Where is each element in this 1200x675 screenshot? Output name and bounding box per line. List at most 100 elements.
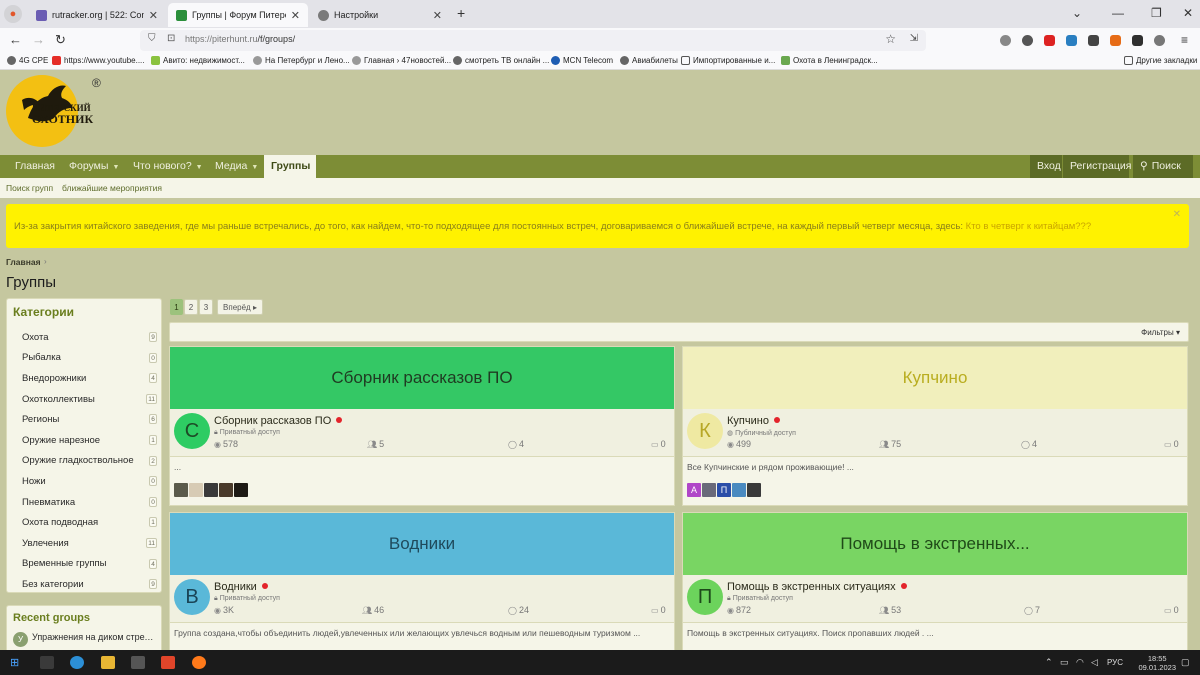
nav-forums[interactable]: Форумы ▼: [62, 155, 126, 178]
member-avatar[interactable]: А: [687, 483, 701, 497]
tab-settings[interactable]: Настройки ✕: [310, 3, 450, 27]
extensions-puzzle-icon[interactable]: [1154, 35, 1165, 46]
bookmark-star-icon[interactable]: ☆: [885, 32, 896, 46]
adblock-icon[interactable]: [1044, 35, 1055, 46]
member-avatar[interactable]: [174, 483, 188, 497]
category-item[interactable]: Охота 9: [7, 327, 161, 348]
wifi-icon[interactable]: ◠: [1076, 657, 1084, 668]
extension-screen-icon[interactable]: [1088, 35, 1099, 46]
file-explorer-icon[interactable]: [101, 656, 115, 669]
recent-group-link[interactable]: Упражнения на диком стрелковом...: [32, 632, 157, 643]
nav-whats-new[interactable]: Что нового? ▼: [126, 155, 210, 178]
notifications-icon[interactable]: ▢: [1181, 657, 1190, 668]
clock[interactable]: 18:55 09.01.2023: [1138, 654, 1176, 672]
caret-down-icon[interactable]: ▼: [251, 164, 258, 171]
category-item[interactable]: Оружие гладкоствольное 2: [7, 451, 161, 472]
menu-hamburger-icon[interactable]: ≡: [1181, 33, 1188, 47]
nav-groups[interactable]: Группы: [264, 155, 316, 179]
bookmark-item[interactable]: Авито: недвижимост...: [151, 56, 245, 65]
category-item[interactable]: Без категории 9: [7, 574, 161, 595]
member-avatar[interactable]: [234, 483, 248, 497]
volume-icon[interactable]: ◁: [1091, 657, 1098, 668]
restore-button[interactable]: ❐: [1151, 6, 1162, 20]
bookmark-item[interactable]: Авиабилеты: [620, 56, 678, 65]
windows-start-icon[interactable]: ⊞: [10, 656, 19, 669]
account-icon[interactable]: [1022, 35, 1033, 46]
category-item[interactable]: Оружие нарезное 1: [7, 430, 161, 451]
tab-list-chevron-down-icon[interactable]: ⌄: [1072, 6, 1082, 20]
firefox-menu-icon[interactable]: ●: [4, 5, 22, 23]
back-arrow-icon[interactable]: ←: [9, 32, 22, 47]
category-item[interactable]: Рыбалка 0: [7, 348, 161, 369]
page-3-button[interactable]: 3: [199, 299, 213, 315]
bookmark-item[interactable]: https://www.youtube....: [52, 56, 144, 65]
bookmark-item[interactable]: MCN Telecom: [551, 56, 613, 65]
category-item[interactable]: Пневматика 0: [7, 492, 161, 513]
category-item[interactable]: Временные группы 4: [7, 554, 161, 575]
caret-down-icon[interactable]: ▼: [112, 164, 119, 171]
group-banner[interactable]: Купчино: [683, 347, 1187, 409]
extension-t-icon[interactable]: [1132, 35, 1143, 46]
group-name[interactable]: Сборник рассказов ПО: [214, 415, 343, 427]
extension-s-icon[interactable]: [1066, 35, 1077, 46]
category-item[interactable]: Регионы 6: [7, 409, 161, 430]
edge-icon[interactable]: [70, 656, 84, 669]
task-view-icon[interactable]: [40, 656, 54, 669]
bookmark-item[interactable]: 4G CPE: [7, 56, 48, 65]
store-icon[interactable]: [131, 656, 145, 669]
page-2-button[interactable]: 2: [184, 299, 198, 315]
category-item[interactable]: Ножи 0: [7, 471, 161, 492]
category-item[interactable]: Увлечения 11: [7, 533, 161, 554]
new-tab-button[interactable]: +: [457, 5, 465, 21]
search-button[interactable]: ⚲ Поиск: [1133, 155, 1193, 178]
close-icon[interactable]: ✕: [291, 9, 300, 22]
member-avatar[interactable]: [204, 483, 218, 497]
address-bar[interactable]: ⛉ ⊡ https://piterhunt.ru/f/groups/ ☆ ⇲: [140, 30, 926, 51]
shield-icon[interactable]: ⛉: [148, 33, 156, 44]
nav-home[interactable]: Главная: [8, 155, 62, 178]
next-page-button[interactable]: Вперёд ▸: [217, 299, 263, 315]
lock-icon[interactable]: ⊡: [167, 33, 175, 44]
member-avatar[interactable]: [219, 483, 233, 497]
language-indicator[interactable]: РУС: [1107, 658, 1123, 667]
notice-link[interactable]: Кто в четверг к китайцам???: [966, 221, 1091, 232]
group-banner[interactable]: Помощь в экстренных...: [683, 513, 1187, 575]
bookmark-item[interactable]: Импортированные и...: [681, 56, 775, 65]
category-item[interactable]: Охота подводная 1: [7, 512, 161, 533]
tab-rutracker[interactable]: rutracker.org | 522: Connection ✕: [28, 3, 166, 27]
reader-view-icon[interactable]: ⇲: [910, 33, 918, 44]
member-avatar[interactable]: П: [717, 483, 731, 497]
subnav-find-groups[interactable]: Поиск групп: [6, 183, 53, 193]
bookmark-item[interactable]: На Петербург и Лено...: [253, 56, 350, 65]
caret-down-icon[interactable]: ▼: [196, 164, 203, 171]
group-name[interactable]: Помощь в экстренных ситуациях: [727, 581, 907, 593]
member-avatar[interactable]: [702, 483, 716, 497]
firefox-icon[interactable]: [192, 656, 206, 669]
subnav-events[interactable]: ближайшие мероприятия: [62, 183, 162, 193]
group-banner[interactable]: Водники: [170, 513, 674, 575]
breadcrumb[interactable]: Главная: [6, 257, 41, 267]
group-name[interactable]: Купчино: [727, 415, 780, 427]
other-bookmarks[interactable]: Другие закладки: [1124, 56, 1197, 65]
bookmark-item[interactable]: смотреть ТВ онлайн ...: [453, 56, 549, 65]
chevron-up-icon[interactable]: ⌃: [1045, 657, 1053, 668]
pocket-icon[interactable]: [1000, 35, 1011, 46]
minimize-button[interactable]: —: [1112, 6, 1124, 20]
window-close-button[interactable]: ✕: [1183, 6, 1193, 20]
filters-button[interactable]: Фильтры ▾: [1141, 328, 1180, 337]
page-1-button[interactable]: 1: [170, 299, 183, 315]
brave-icon[interactable]: [161, 656, 175, 669]
network-icon[interactable]: ▭: [1060, 657, 1069, 668]
member-avatar[interactable]: [189, 483, 203, 497]
member-avatar[interactable]: [732, 483, 746, 497]
close-icon[interactable]: ✕: [149, 9, 158, 22]
reload-icon[interactable]: ↻: [55, 32, 66, 48]
close-icon[interactable]: ✕: [1173, 209, 1181, 220]
group-banner[interactable]: Сборник рассказов ПО: [170, 347, 674, 409]
member-avatar[interactable]: [747, 483, 761, 497]
bookmark-item[interactable]: Охота в Ленинградск...: [781, 56, 878, 65]
category-item[interactable]: Охотколлективы 11: [7, 389, 161, 410]
login-link[interactable]: Вход: [1030, 155, 1062, 178]
avatar[interactable]: У: [13, 632, 28, 647]
tab-groups[interactable]: Группы | Форум Питерского О ✕: [168, 3, 308, 27]
